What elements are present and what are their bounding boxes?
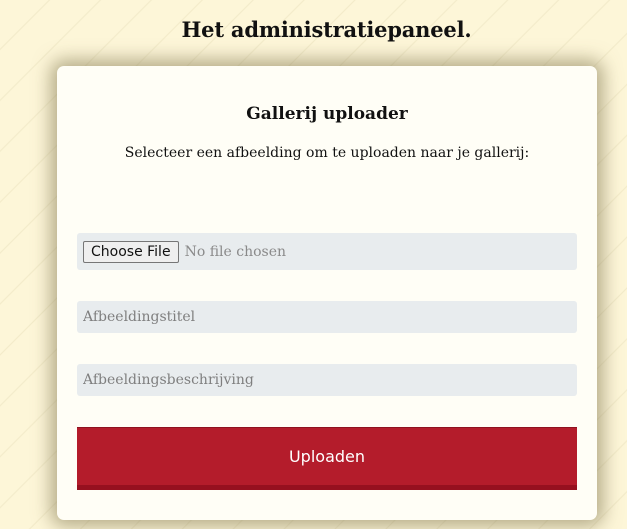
upload-button[interactable]: Uploaden — [77, 427, 577, 490]
card-title: Gallerij uploader — [246, 104, 408, 124]
image-description-input[interactable] — [77, 364, 577, 396]
file-input[interactable]: Choose File No file chosen — [77, 233, 577, 270]
image-title-input[interactable] — [77, 301, 577, 333]
card-subtitle: Selecteer een afbeelding om te uploaden … — [124, 145, 530, 161]
file-status-text: No file chosen — [184, 243, 287, 260]
upload-card: Gallerij uploader Selecteer een afbeeldi… — [57, 66, 597, 520]
choose-file-button[interactable]: Choose File — [83, 240, 179, 263]
page-title: Het administratiepaneel. — [181, 17, 472, 42]
